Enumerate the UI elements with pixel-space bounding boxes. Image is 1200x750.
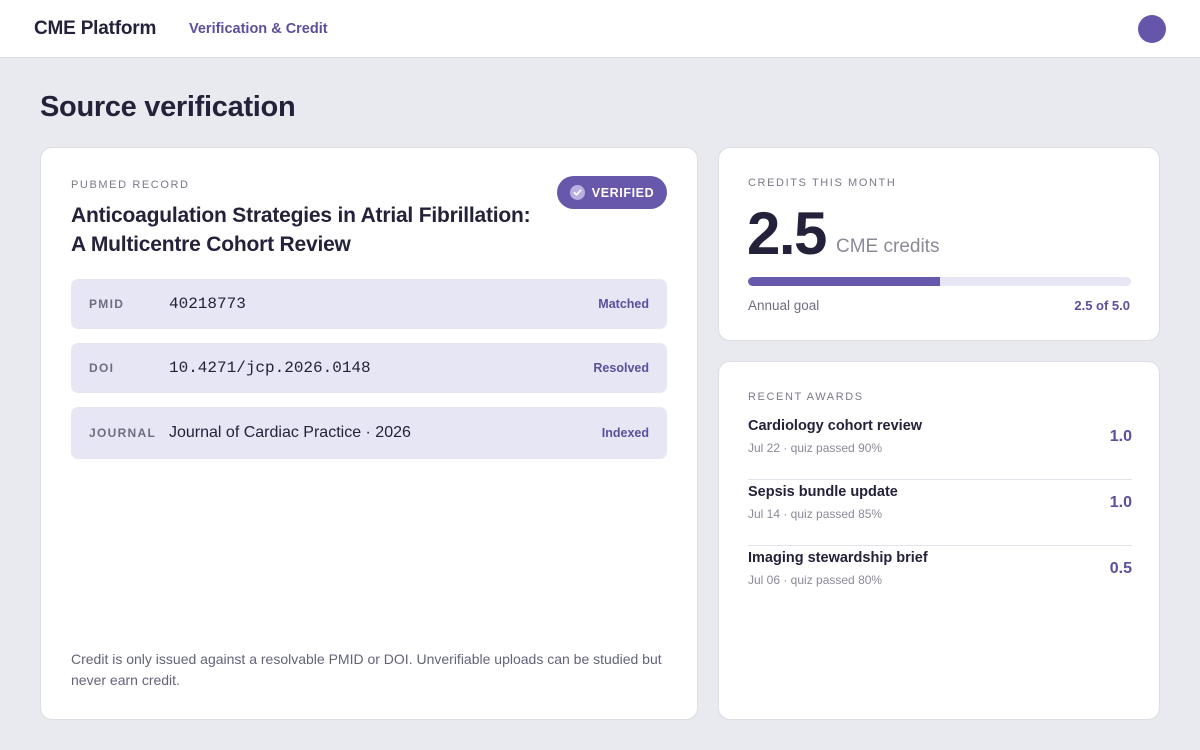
credits-unit: CME credits — [836, 236, 940, 257]
credits-amount: 2.5 — [747, 200, 827, 267]
identifier-row-journal: JOURNAL Journal of Cardiac Practice · 20… — [71, 407, 667, 459]
article-title: Anticoagulation Strategies in Atrial Fib… — [71, 204, 531, 256]
avatar[interactable] — [1138, 15, 1166, 43]
credits-card: CREDITS THIS MONTH 2.5 CME credits Annua… — [718, 147, 1160, 341]
annual-goal-label: Annual goal — [748, 298, 820, 313]
award-credit: 1.0 — [1109, 494, 1132, 511]
award-title: Imaging stewardship brief — [748, 550, 928, 566]
page-title: Source verification — [40, 91, 296, 123]
award-title: Sepsis bundle update — [748, 484, 898, 500]
award-credit: 1.0 — [1109, 428, 1132, 445]
annual-goal-progress — [748, 277, 1131, 286]
identifier-value: 40218773 — [169, 295, 246, 313]
verified-badge-label: VERIFIED — [591, 185, 655, 200]
identifier-key: DOI — [89, 361, 115, 375]
award-meta: Jul 22 · quiz passed 90% — [748, 441, 883, 455]
credit-policy-note: Credit is only issued against a resolvab… — [71, 651, 662, 688]
pubmed-record-card: PUBMED RECORD VERIFIED Anticoagulation S… — [40, 147, 698, 720]
identifier-key: JOURNAL — [89, 426, 157, 440]
identifier-status: Resolved — [593, 361, 649, 375]
identifier-status: Matched — [598, 297, 649, 311]
awards-eyebrow: RECENT AWARDS — [748, 391, 864, 403]
recent-awards-card: RECENT AWARDS Cardiology cohort review J… — [718, 361, 1160, 720]
identifier-value: 10.4271/jcp.2026.0148 — [169, 359, 371, 377]
award-title: Cardiology cohort review — [748, 418, 923, 434]
award-credit: 0.5 — [1109, 560, 1132, 577]
award-meta: Jul 14 · quiz passed 85% — [748, 507, 883, 521]
record-eyebrow: PUBMED RECORD — [71, 179, 190, 191]
identifier-key: PMID — [89, 297, 125, 311]
identifier-row-pmid: PMID 40218773 Matched — [71, 279, 667, 329]
nav-verification-credit[interactable]: Verification & Credit — [189, 21, 328, 37]
identifier-list: PMID 40218773 Matched DOI 10.4271/jcp.20… — [71, 279, 667, 473]
award-item[interactable]: Cardiology cohort review Jul 22 · quiz p… — [748, 414, 1132, 480]
verified-badge: VERIFIED — [557, 176, 667, 209]
credits-eyebrow: CREDITS THIS MONTH — [748, 177, 897, 189]
award-item[interactable]: Sepsis bundle update Jul 14 · quiz passe… — [748, 480, 1132, 546]
annual-goal-progress-fill — [748, 277, 940, 286]
brand-name[interactable]: CME Platform — [34, 18, 156, 40]
identifier-value: Journal of Cardiac Practice · 2026 — [169, 424, 411, 441]
award-list: Cardiology cohort review Jul 22 · quiz p… — [748, 414, 1132, 612]
check-icon — [569, 185, 585, 200]
annual-goal-value: 2.5 of 5.0 — [1074, 298, 1130, 313]
identifier-row-doi: DOI 10.4271/jcp.2026.0148 Resolved — [71, 343, 667, 393]
award-item[interactable]: Imaging stewardship brief Jul 06 · quiz … — [748, 546, 1132, 612]
top-bar: CME Platform Verification & Credit — [0, 0, 1200, 58]
identifier-status: Indexed — [601, 426, 649, 440]
award-meta: Jul 06 · quiz passed 80% — [748, 573, 883, 587]
